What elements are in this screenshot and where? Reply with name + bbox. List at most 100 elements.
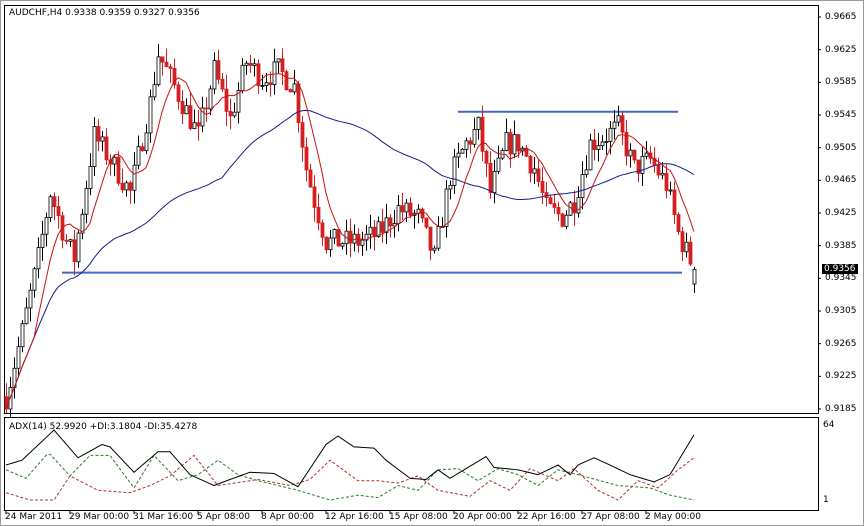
bullish-candle — [32, 268, 37, 291]
bearish-candle — [424, 217, 429, 228]
bullish-candle — [396, 205, 401, 224]
bullish-candle — [640, 155, 645, 174]
bearish-candle — [680, 231, 685, 253]
bullish-candle — [276, 58, 281, 63]
bearish-candle — [72, 239, 77, 263]
bearish-candle — [320, 222, 325, 238]
bearish-candle — [224, 88, 229, 112]
bullish-candle — [492, 170, 497, 193]
bearish-candle — [296, 83, 301, 124]
bearish-candle — [408, 202, 413, 216]
bullish-candle — [360, 239, 365, 246]
bullish-candle — [152, 84, 157, 98]
bearish-candle — [288, 89, 293, 93]
bearish-candle — [528, 155, 533, 174]
bullish-candle — [504, 132, 509, 151]
bearish-candle — [312, 186, 317, 208]
bearish-candle — [508, 132, 513, 155]
time-axis-label: 20 Apr 00:00 — [453, 512, 512, 522]
price-axis-label: 0.9665 — [825, 12, 857, 22]
bullish-candle — [576, 197, 581, 214]
bearish-candle — [128, 182, 133, 191]
bullish-candle — [452, 156, 457, 186]
bullish-candle — [460, 148, 465, 154]
price-axis-label: 0.9585 — [825, 77, 857, 88]
bullish-candle — [628, 149, 633, 157]
bullish-candle — [472, 129, 477, 145]
bullish-candle — [456, 152, 461, 158]
time-axis-label: 2 May 00:00 — [645, 512, 701, 522]
bullish-candle — [36, 247, 41, 270]
bearish-candle — [664, 172, 669, 191]
time-axis-label: 5 Apr 08:00 — [197, 512, 250, 522]
bullish-candle — [84, 188, 89, 215]
bearish-candle — [572, 202, 577, 214]
bullish-candle — [260, 85, 265, 87]
bullish-candle — [464, 140, 469, 150]
bullish-candle — [48, 196, 53, 218]
bearish-candle — [120, 182, 125, 191]
bullish-candle — [100, 136, 105, 142]
bullish-candle — [596, 145, 601, 150]
bullish-candle — [436, 226, 441, 249]
bearish-candle — [324, 236, 329, 251]
bullish-candle — [584, 169, 589, 175]
bullish-candle — [252, 63, 257, 66]
bearish-candle — [380, 221, 385, 233]
bullish-candle — [40, 233, 45, 248]
bearish-candle — [620, 115, 625, 133]
bearish-candle — [56, 206, 61, 217]
bullish-candle — [148, 96, 153, 134]
bearish-candle — [116, 156, 121, 184]
bearish-candle — [268, 82, 273, 85]
bearish-candle — [672, 189, 677, 216]
time-axis-label: 29 Mar 00:00 — [69, 512, 130, 522]
bullish-candle — [16, 346, 21, 369]
bearish-candle — [468, 140, 473, 145]
price-axis-label: 0.9385 — [825, 240, 857, 251]
bullish-candle — [44, 217, 49, 235]
bullish-candle — [76, 232, 81, 263]
price-axis-label: 0.9345 — [825, 273, 857, 284]
bullish-candle — [144, 132, 149, 152]
bearish-candle — [160, 56, 165, 63]
bullish-candle — [272, 61, 277, 85]
minus-di-line — [5, 454, 695, 501]
time-axis-label: 8 Apr 00:00 — [261, 512, 314, 522]
bullish-candle — [496, 157, 501, 172]
chart-canvas[interactable] — [0, 0, 864, 526]
adx-line — [5, 429, 695, 488]
bearish-candle — [316, 206, 321, 224]
bearish-candle — [300, 122, 305, 148]
bullish-candle — [240, 64, 245, 91]
bearish-candle — [140, 146, 145, 152]
bullish-candle — [340, 243, 345, 247]
price-axis-label: 0.9185 — [825, 404, 857, 414]
bullish-candle — [448, 184, 453, 190]
chart-window: AUDCHF,H4 0.9338 0.9359 0.9327 0.9356 AD… — [0, 0, 864, 526]
time-axis-label: 27 Apr 08:00 — [581, 512, 640, 522]
bullish-candle — [208, 88, 213, 110]
time-axis-label: 24 Mar 2011 — [5, 512, 63, 522]
bullish-candle — [328, 237, 333, 251]
price-axis-label: 0.9225 — [825, 371, 857, 382]
bearish-candle — [220, 78, 225, 90]
bullish-candle — [476, 116, 481, 130]
bearish-candle — [52, 196, 57, 207]
bullish-candle — [136, 146, 141, 166]
bullish-candle — [244, 62, 249, 66]
bearish-candle — [676, 214, 681, 233]
bullish-candle — [88, 166, 93, 189]
bearish-candle — [308, 169, 313, 188]
chart-title: AUDCHF,H4 0.9338 0.9359 0.9327 0.9356 — [9, 8, 200, 18]
bearish-candle — [168, 66, 173, 69]
bearish-candle — [560, 213, 565, 227]
bearish-candle — [388, 217, 393, 227]
bearish-candle — [64, 239, 69, 242]
bullish-candle — [156, 56, 161, 86]
bullish-candle — [644, 152, 649, 157]
bearish-candle — [488, 162, 493, 193]
bullish-candle — [352, 233, 357, 244]
time-axis-label: 31 Mar 16:00 — [133, 512, 194, 522]
bullish-candle — [604, 141, 609, 143]
